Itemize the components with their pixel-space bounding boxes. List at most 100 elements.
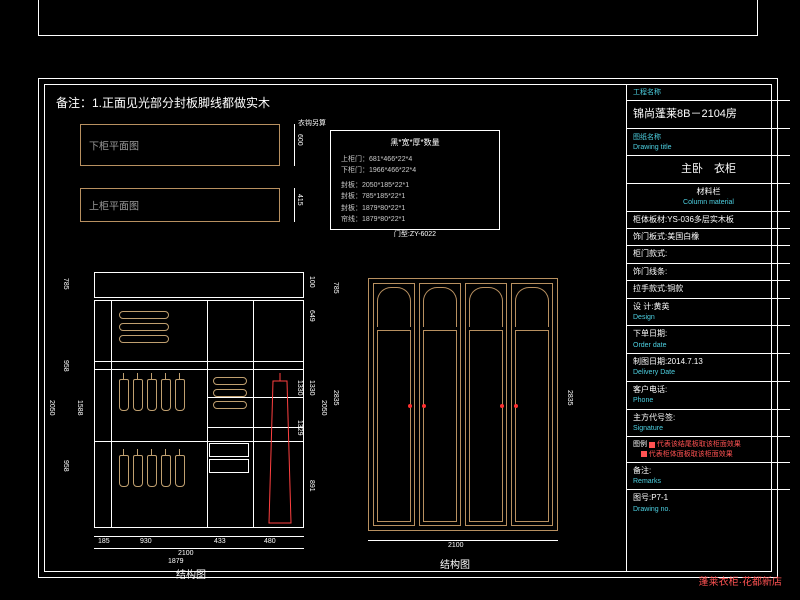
tb-handle: 拉手款式:铜款: [627, 281, 790, 298]
tb-phone: 客户电话:Phone: [627, 382, 790, 410]
hanging-garment-icon: [117, 449, 129, 489]
hanging-garment-icon: [117, 373, 129, 413]
dim-overall: 2835: [332, 390, 339, 406]
dim-wb: 930: [140, 538, 152, 545]
vertical-divider: [111, 301, 112, 527]
shelf: [95, 369, 303, 370]
dim-top-h: 785: [62, 278, 69, 290]
label-en: Design: [633, 314, 655, 321]
dim-right-w: 2100: [448, 542, 464, 549]
spec-line: 封板：2050*185*22*1: [341, 180, 489, 191]
tb-material-lbl: 材料栏Column material: [627, 184, 790, 212]
hanging-garment-icon: [131, 449, 143, 489]
label: 材料栏: [697, 187, 721, 196]
hook-note: 衣钩另算: [298, 118, 326, 128]
tb-material: 柜体板材:YS-036多层实木板: [627, 212, 790, 229]
label: 下单日期:: [633, 329, 667, 338]
folded-item-icon: [119, 335, 169, 343]
tb-project: 锦尚蓬莱8B－2104房: [627, 101, 790, 128]
label: 备注:: [633, 466, 651, 475]
label: 图纸名称: [633, 134, 661, 141]
tb-door-mat: 饰门板式:美国白橡: [627, 229, 790, 246]
dim-line: [294, 124, 295, 166]
door-knob-icon: [500, 404, 504, 408]
hanging-garment-icon: [131, 373, 143, 413]
door: [511, 283, 553, 526]
spec-line: 帘线：1879*80*22*1: [341, 214, 489, 225]
spec-footer: 门型:ZY-6022: [341, 229, 489, 240]
note-text: 备注：1.正面见光部分封板脚线都做实木: [56, 94, 270, 111]
tb-design: 设 计:黄英 Design: [627, 299, 790, 327]
spec-box: 黑*宽*厚*数量 上柜门：681*466*22*4 下柜门：1966*466*2…: [330, 130, 500, 230]
label-en: Remarks: [633, 478, 661, 485]
folded-item-icon: [213, 377, 247, 385]
tb-sign: 主方代号签:Signature: [627, 410, 790, 438]
tb-door-style: 柜门款式:: [627, 246, 790, 263]
dim-inner-w: 1879: [168, 558, 184, 565]
tb-drawing-lbl: 图纸名称Drawing title: [627, 129, 790, 157]
shelf: [95, 361, 303, 362]
tb-order: 下单日期:Order date: [627, 326, 790, 354]
dim: 1330: [308, 380, 315, 396]
legend-red-icon: [641, 451, 647, 457]
dim: 891: [308, 480, 315, 492]
drawer-icon: [209, 443, 249, 457]
door-knob-icon: [422, 404, 426, 408]
elev-left-title: 结构图: [176, 566, 206, 581]
hanging-garment-icon: [145, 449, 157, 489]
dim-line: [94, 548, 304, 549]
dim: 1330: [296, 380, 303, 396]
label: 图例: [633, 441, 647, 448]
tb-dwgno: 图号:P7-1 Drawing no.: [627, 490, 790, 517]
label: 主方代号签:: [633, 413, 675, 422]
folded-item-icon: [119, 323, 169, 331]
label: 设 计:黄英: [633, 302, 669, 311]
label: 制图日期:2014.7.13: [633, 357, 703, 366]
dim: 2050: [320, 400, 327, 416]
folded-item-icon: [213, 401, 247, 409]
door-panel: [377, 330, 411, 522]
dim-top-gap: 785: [332, 282, 339, 294]
hanging-garment-icon: [173, 373, 185, 413]
tb-project-lbl: 工程名称: [627, 84, 790, 101]
dim-wd: 480: [264, 538, 276, 545]
folded-item-icon: [119, 311, 169, 319]
legend-red-icon: [649, 442, 655, 448]
legend-text: 代表柜体面板取该柜面效果: [649, 451, 733, 458]
dim-total-h: 2050: [48, 400, 55, 416]
dim-line: [94, 536, 304, 537]
dim-right-h: 2835: [566, 390, 573, 406]
folded-item-icon: [213, 389, 247, 397]
door-arch: [469, 287, 503, 327]
spec-line: 封板：785*185*22*1: [341, 191, 489, 202]
dim-row-h2: 958: [62, 460, 69, 472]
drawer-icon: [209, 459, 249, 473]
dim-upper-h: 600: [296, 134, 303, 146]
label: 图号:P7-1: [633, 493, 668, 502]
dim: 100: [308, 276, 315, 288]
upper-compartment: [94, 272, 304, 298]
dim-wc: 433: [214, 538, 226, 545]
legend-text: 代表该结尾板取该柜面效果: [657, 441, 741, 448]
door-knob-icon: [514, 404, 518, 408]
door: [373, 283, 415, 526]
door-panel: [423, 330, 457, 522]
plan-lower-cabinet: 上柜平面图: [80, 188, 280, 222]
spec-title: 黑*宽*厚*数量: [341, 137, 489, 150]
dim-line: [294, 188, 295, 222]
vertical-divider: [207, 301, 208, 527]
tb-delivery: 制图日期:2014.7.13Delivery Date: [627, 354, 790, 382]
tb-drawing: 主卧 衣柜: [627, 156, 790, 183]
top-frame-strip: [38, 0, 758, 36]
dim: 649: [308, 310, 315, 322]
vertical-divider: [253, 301, 254, 527]
label-en: Drawing no.: [633, 506, 670, 513]
hanging-garment-icon: [159, 449, 171, 489]
title-block: 工程名称 锦尚蓬莱8B－2104房 图纸名称Drawing title 主卧 衣…: [626, 84, 790, 572]
door: [465, 283, 507, 526]
dim-inner-h: 1588: [76, 400, 83, 416]
spec-line: 下柜门：1966*466*22*4: [341, 165, 489, 176]
door-arch: [377, 287, 411, 327]
long-dress-icon: [267, 373, 283, 525]
tb-remarks: 备注: Remarks: [627, 463, 790, 491]
